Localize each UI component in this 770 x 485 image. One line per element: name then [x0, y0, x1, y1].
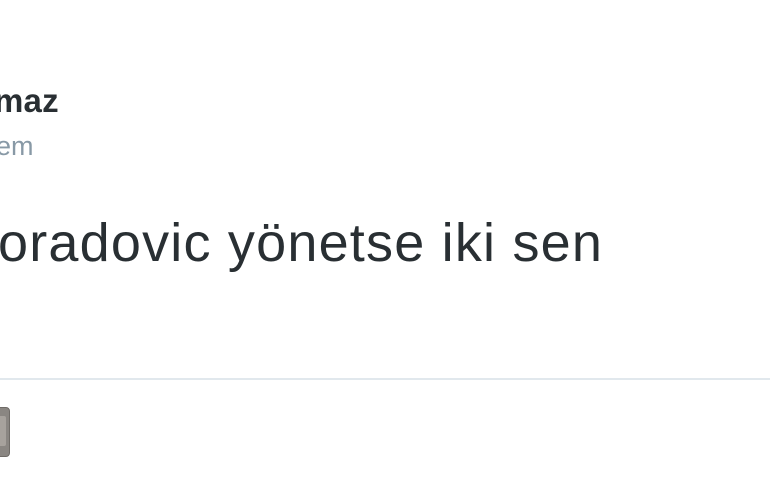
divider	[0, 378, 770, 380]
tweet-text: oradovic yönetse iki sen	[0, 213, 604, 273]
image-thumbnail-icon[interactable]	[0, 407, 10, 457]
user-handle[interactable]: em	[0, 131, 34, 162]
display-name[interactable]: maz	[0, 82, 59, 120]
tweet-card: maz em oradovic yönetse iki sen	[0, 0, 770, 485]
